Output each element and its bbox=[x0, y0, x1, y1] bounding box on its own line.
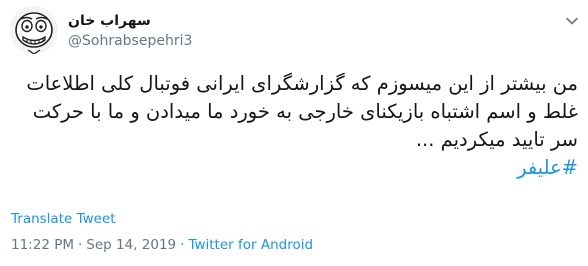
tweet-body: من بیشتر از این میسوزم که گزارشگرای ایرا… bbox=[26, 72, 578, 151]
tweet-meta: 11:22 PM · Sep 14, 2019 · Twitter for Androi… bbox=[11, 237, 313, 253]
avatar[interactable] bbox=[10, 6, 58, 54]
user-handle[interactable]: @Sohrabsepehri3 bbox=[68, 33, 192, 49]
tweet-time[interactable]: 11:22 PM bbox=[11, 237, 74, 253]
meta-separator: · bbox=[78, 237, 83, 253]
tweet-date[interactable]: Sep 14, 2019 bbox=[86, 237, 176, 253]
meta-separator: · bbox=[180, 237, 185, 253]
cartoon-face-avatar-icon bbox=[10, 6, 58, 54]
tweet-text: من بیشتر از این میسوزم که گزارشگرای ایرا… bbox=[10, 70, 578, 182]
tweet-source-link[interactable]: Twitter for Android bbox=[188, 237, 313, 253]
display-name[interactable]: سهراب خان bbox=[68, 13, 151, 29]
hashtag-link[interactable]: #علیفر bbox=[517, 156, 578, 179]
tweet-card: سهراب خان @Sohrabsepehri3 من بیشتر از ای… bbox=[0, 0, 588, 266]
chevron-down-icon[interactable] bbox=[564, 13, 580, 29]
translate-tweet-link[interactable]: Translate Tweet bbox=[11, 211, 116, 227]
